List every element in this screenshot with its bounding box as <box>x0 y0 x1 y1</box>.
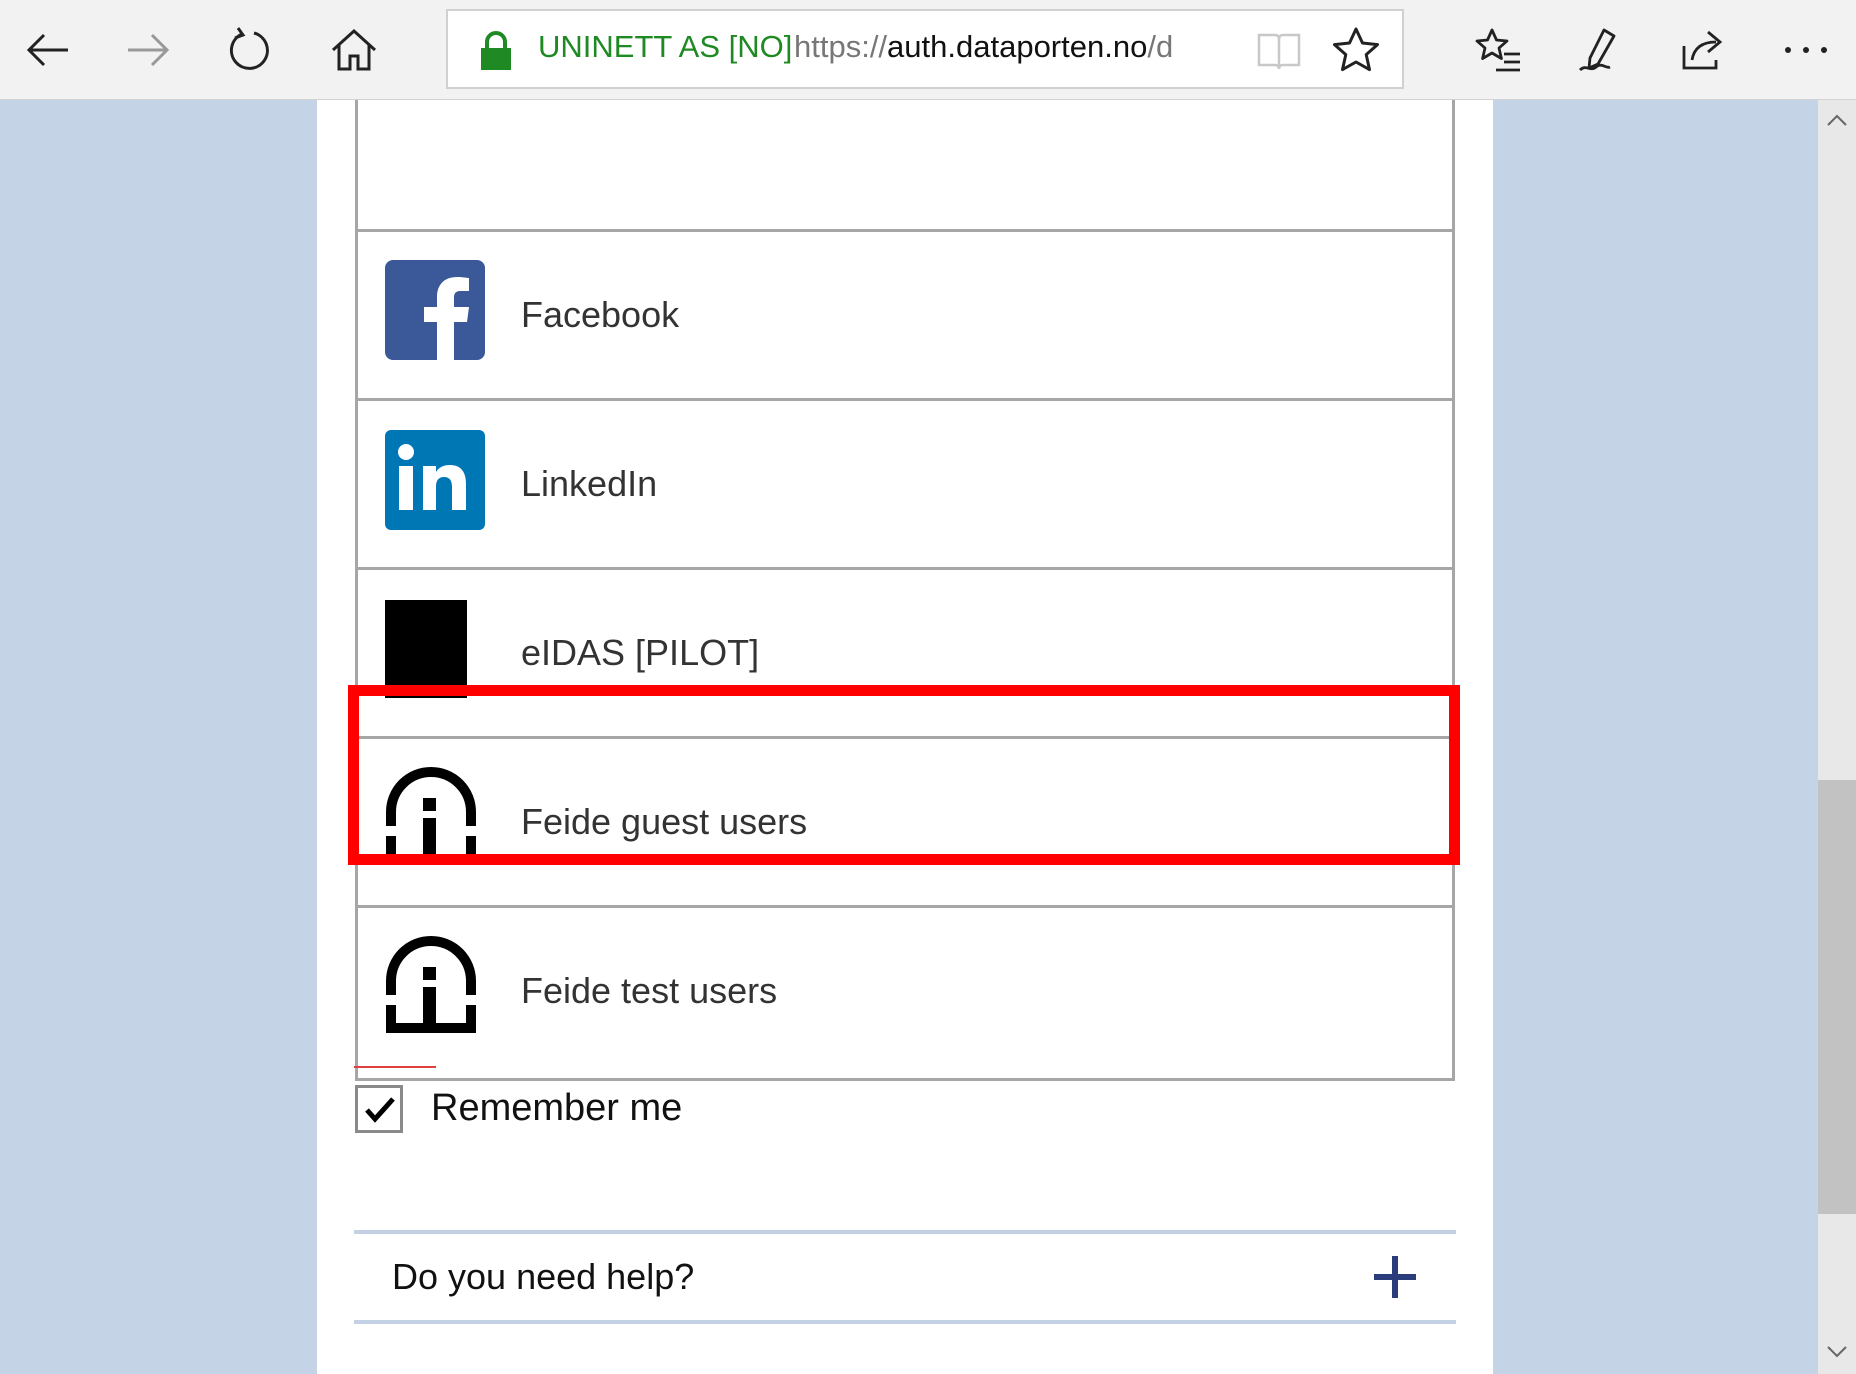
refresh-icon <box>229 27 269 70</box>
page-viewport: Facebook LinkedIn eIDAS [PILOT] Feide gu… <box>0 100 1818 1374</box>
share-button[interactable] <box>1668 16 1736 84</box>
provider-list: Facebook LinkedIn eIDAS [PILOT] Feide gu… <box>355 100 1455 1081</box>
feide-logo-icon <box>385 936 477 1033</box>
twitter-logo-icon <box>385 100 485 105</box>
provider-feide-test[interactable]: Feide test users <box>355 905 1455 1081</box>
provider-label: Facebook <box>521 294 680 335</box>
url-scheme: https:// <box>794 29 888 64</box>
chevron-down-icon[interactable] <box>1826 1340 1848 1362</box>
plus-icon[interactable] <box>1370 1252 1420 1302</box>
divider-line <box>354 1066 436 1068</box>
favorites-list-icon <box>1475 28 1520 72</box>
provider-label: Feide test users <box>521 970 778 1011</box>
home-button[interactable] <box>320 16 388 84</box>
more-icon <box>1785 47 1827 53</box>
browser-toolbar: UNINETT AS [NO] https://auth.dataporten.… <box>0 0 1856 100</box>
site-identity: UNINETT AS [NO] <box>538 29 793 64</box>
home-icon <box>331 28 377 71</box>
facebook-logo-icon <box>385 260 485 360</box>
forward-button[interactable] <box>114 16 182 84</box>
eidas-logo-icon <box>385 600 467 698</box>
url-path: /discovery <box>1147 29 1174 64</box>
address-bar[interactable]: UNINETT AS [NO] https://auth.dataporten.… <box>446 9 1404 89</box>
favorites-button[interactable] <box>1464 16 1532 84</box>
url-text[interactable]: https://auth.dataporten.no/discovery <box>794 29 1174 65</box>
login-panel: Facebook LinkedIn eIDAS [PILOT] Feide gu… <box>317 100 1493 1374</box>
url-domain: auth.dataporten.no <box>887 29 1148 64</box>
scrollbar-thumb[interactable] <box>1818 780 1856 1214</box>
provider-label: Feide guest users <box>521 801 808 842</box>
web-note-button[interactable] <box>1566 16 1634 84</box>
refresh-button[interactable] <box>216 16 284 84</box>
help-toggle[interactable]: Do you need help? <box>354 1230 1456 1324</box>
pen-icon <box>1579 28 1616 72</box>
remember-me-checkbox[interactable] <box>355 1085 403 1133</box>
arrow-left-icon <box>26 33 68 67</box>
chevron-up-icon[interactable] <box>1826 110 1848 132</box>
remember-me-label[interactable]: Remember me <box>431 1087 682 1130</box>
arrow-right-icon <box>128 33 170 67</box>
scrollbar[interactable] <box>1818 100 1856 1374</box>
checkmark-icon <box>365 1097 395 1123</box>
lock-icon <box>481 31 511 70</box>
more-button[interactable] <box>1772 16 1840 84</box>
provider-feide-guest[interactable]: Feide guest users <box>355 736 1455 908</box>
back-button[interactable] <box>14 16 82 84</box>
provider-twitter[interactable] <box>355 100 1455 232</box>
provider-label: eIDAS [PILOT] <box>521 632 760 673</box>
star-icon[interactable] <box>1328 23 1384 79</box>
reading-view-icon[interactable] <box>1256 29 1302 73</box>
linkedin-logo-icon <box>385 430 485 530</box>
provider-facebook[interactable]: Facebook <box>355 229 1455 401</box>
provider-eidas[interactable]: eIDAS [PILOT] <box>355 567 1455 739</box>
share-icon <box>1682 30 1723 70</box>
provider-label: LinkedIn <box>521 463 658 504</box>
feide-logo-icon <box>385 767 477 864</box>
help-label: Do you need help? <box>392 1256 695 1297</box>
provider-linkedin[interactable]: LinkedIn <box>355 398 1455 570</box>
